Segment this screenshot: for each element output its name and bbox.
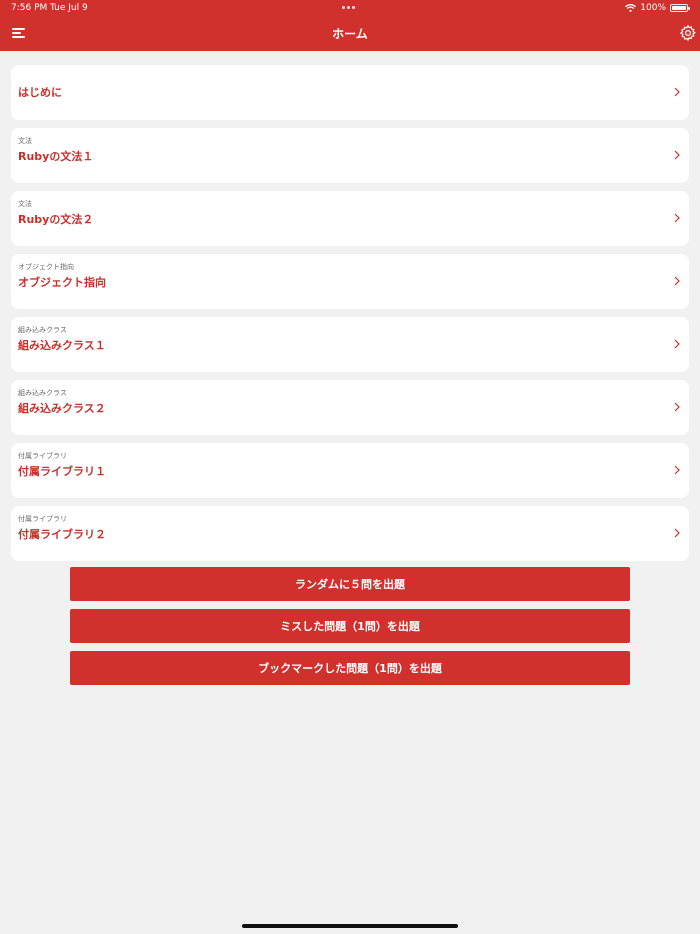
section-card-grammar-2[interactable]: 文法 Rubyの文法２ [11, 191, 689, 246]
section-category: 組み込みクラス [18, 389, 67, 397]
section-card-stdlib-1[interactable]: 付属ライブラリ 付属ライブラリ１ [11, 443, 689, 498]
section-title: 組み込みクラス１ [18, 339, 106, 352]
home-indicator[interactable] [242, 924, 458, 928]
section-card-builtin-classes-1[interactable]: 組み込みクラス 組み込みクラス１ [11, 317, 689, 372]
chevron-right-icon [674, 87, 680, 97]
section-card-object-oriented[interactable]: オブジェクト指向 オブジェクト指向 [11, 254, 689, 309]
section-title: 付属ライブラリ１ [18, 465, 106, 478]
status-bar: 7:56 PM Tue Jul 9 100% [0, 0, 700, 17]
chevron-right-icon [674, 528, 680, 538]
section-category: 付属ライブラリ [18, 515, 67, 523]
battery-icon [670, 4, 690, 12]
chevron-right-icon [674, 150, 680, 160]
multitasking-dots-icon[interactable] [342, 6, 355, 9]
section-card-introduction[interactable]: はじめに [11, 65, 689, 120]
section-title: 組み込みクラス２ [18, 402, 106, 415]
page-title: ホーム [332, 27, 368, 41]
chevron-right-icon [674, 402, 680, 412]
chevron-right-icon [674, 465, 680, 475]
section-card-builtin-classes-2[interactable]: 組み込みクラス 組み込みクラス２ [11, 380, 689, 435]
section-category: 文法 [18, 200, 32, 208]
section-card-stdlib-2[interactable]: 付属ライブラリ 付属ライブラリ２ [11, 506, 689, 561]
random-quiz-button[interactable]: ランダムに５問を出題 [70, 567, 630, 601]
section-category: 付属ライブラリ [18, 452, 67, 460]
battery-percent: 100% [640, 3, 666, 13]
status-right: 100% [625, 3, 690, 13]
status-date: Tue Jul 9 [50, 3, 88, 13]
section-category: 組み込みクラス [18, 326, 67, 334]
section-title: Rubyの文法１ [18, 150, 94, 163]
nav-bar: ホーム [0, 17, 700, 51]
bookmarks-quiz-button[interactable]: ブックマークした問題（1問）を出題 [70, 651, 630, 685]
section-category: オブジェクト指向 [18, 263, 74, 271]
header: 7:56 PM Tue Jul 9 100% ホーム [0, 0, 700, 51]
section-title: はじめに [18, 86, 62, 99]
chevron-right-icon [674, 339, 680, 349]
section-title: 付属ライブラリ２ [18, 528, 106, 541]
section-card-grammar-1[interactable]: 文法 Rubyの文法１ [11, 128, 689, 183]
app-screen: 7:56 PM Tue Jul 9 100% ホーム はじめに 文法 Rubyの… [0, 0, 700, 934]
section-category: 文法 [18, 137, 32, 145]
mistakes-quiz-button[interactable]: ミスした問題（1問）を出題 [70, 609, 630, 643]
chevron-right-icon [674, 213, 680, 223]
status-time: 7:56 PM [11, 3, 48, 13]
chevron-right-icon [674, 276, 680, 286]
gear-icon[interactable] [679, 24, 697, 42]
section-title: Rubyの文法２ [18, 213, 94, 226]
section-list: はじめに 文法 Rubyの文法１ 文法 Rubyの文法２ オブジェクト指向 オブ… [11, 65, 689, 569]
wifi-icon [625, 4, 637, 12]
section-title: オブジェクト指向 [18, 276, 106, 289]
quiz-actions: ランダムに５問を出題 ミスした問題（1問）を出題 ブックマークした問題（1問）を… [70, 567, 630, 693]
